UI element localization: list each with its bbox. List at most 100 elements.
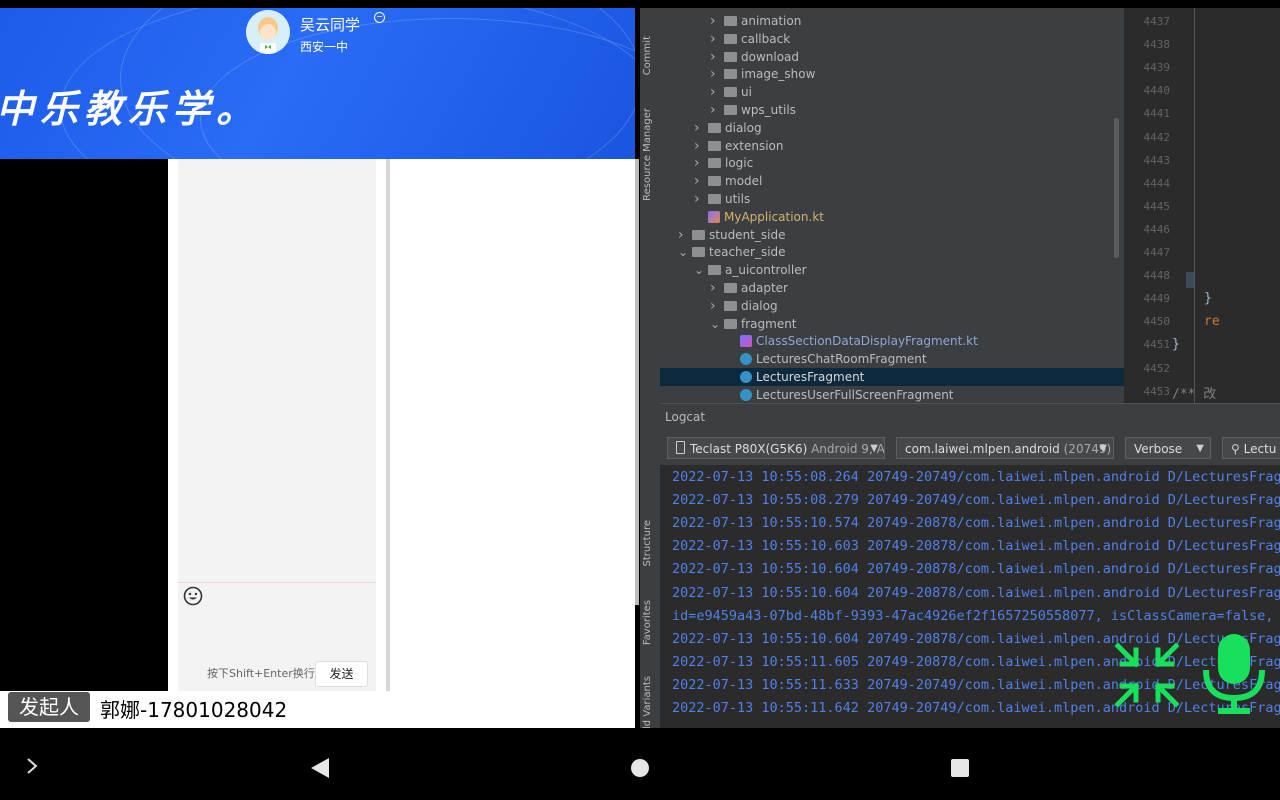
tab-commit[interactable]: Commit [642, 36, 658, 75]
chevron-right-icon[interactable]: › [694, 190, 708, 208]
tab-resource-manager[interactable]: Resource Manager [642, 108, 658, 201]
tree-label: image_show [741, 67, 816, 82]
chevron-right-icon[interactable]: › [710, 297, 724, 315]
kotlin-file-icon [708, 210, 720, 223]
chevron-right-icon[interactable]: › [710, 12, 724, 30]
input-hint: 按下Shift+Enter换行 [207, 667, 315, 680]
tree-folder[interactable]: › callback [710, 30, 790, 48]
tree-folder[interactable]: ⌄ teacher_side [678, 243, 786, 261]
line-number: 4442 [1143, 130, 1171, 144]
chevron-down-icon[interactable]: ⌄ [710, 315, 724, 333]
kotlin-class-icon [740, 353, 752, 366]
folder-icon [692, 247, 705, 258]
folder-icon [724, 87, 737, 98]
tree-label: fragment [741, 316, 797, 331]
tree-folder[interactable]: › logic [694, 154, 753, 172]
code-editor[interactable]: 4437 4438 4439 4440 4441 4442 4443 4444 4445 4446… [1124, 8, 1280, 403]
collapse-icon[interactable] [1112, 640, 1182, 710]
line-number: 4439 [1143, 61, 1171, 75]
chevron-down-icon[interactable]: ⌄ [678, 243, 692, 261]
line-number: 4443 [1143, 153, 1171, 167]
split-handle[interactable] [635, 159, 639, 605]
avatar[interactable] [246, 10, 290, 54]
chevron-right-icon[interactable]: › [710, 83, 724, 101]
project-tree[interactable]: › animation › callback › download › image_show ›… [660, 8, 1124, 403]
tree-label: LecturesFragment [756, 370, 865, 384]
line-number: 4445 [1143, 199, 1171, 213]
chevron-right-icon[interactable] [24, 756, 40, 780]
tree-folder[interactable]: › dialog [710, 297, 778, 315]
folder-icon [724, 105, 737, 115]
tree-folder[interactable]: › extension [694, 137, 784, 155]
tree-folder[interactable]: › adapter [710, 279, 788, 297]
chevron-down-icon: ▼ [1099, 443, 1107, 454]
system-navigation-bar [0, 728, 1280, 800]
send-button[interactable]: 发送 [315, 661, 368, 687]
process-selector[interactable]: com.laiwei.mlpen.android (20749) ▼ [896, 437, 1114, 459]
tree-file[interactable]: MyApplication.kt [694, 208, 824, 226]
tree-file[interactable]: LecturesUserFullScreenFragment [726, 386, 954, 403]
tree-scrollbar[interactable] [1114, 118, 1119, 258]
editor-gutter [1194, 8, 1195, 403]
chevron-right-icon[interactable]: › [710, 101, 724, 119]
chevron-right-icon[interactable]: › [694, 119, 708, 137]
chat-panel[interactable] [178, 159, 376, 691]
chat-input-divider [178, 582, 376, 583]
tree-folder[interactable]: ⌄ fragment [710, 315, 797, 333]
tab-favorites[interactable]: Favorites [642, 600, 658, 645]
tree-folder[interactable]: › dialog [694, 119, 762, 137]
tree-folder[interactable]: › animation [710, 12, 801, 30]
code-comment: /** 改 [1172, 387, 1217, 402]
chevron-right-icon[interactable]: › [694, 137, 708, 155]
chevron-right-icon[interactable]: › [710, 30, 724, 48]
chevron-right-icon[interactable]: › [694, 154, 708, 172]
home-icon[interactable] [630, 758, 650, 782]
tree-label: logic [725, 156, 754, 171]
device-name: Teclast P80X(G5K6) [690, 442, 808, 456]
tree-label: ui [741, 85, 752, 100]
chevron-down-icon[interactable]: ⌄ [694, 261, 708, 279]
tab-build-variants[interactable]: Build Variants [642, 676, 658, 728]
tree-folder[interactable]: › wps_utils [710, 101, 796, 119]
chevron-right-icon[interactable]: › [710, 65, 724, 83]
tree-label: teacher_side [709, 245, 786, 260]
log-line: 2022-07-13 10:55:11.605 20749-20878/com.… [672, 653, 1280, 670]
tree-file[interactable]: LecturesFragment [726, 368, 864, 386]
logcat-title: Logcat [665, 410, 706, 424]
recents-icon[interactable] [950, 758, 970, 782]
tree-label: utils [725, 192, 751, 206]
folder-icon [724, 16, 737, 26]
tree-folder[interactable]: › student_side [678, 226, 785, 244]
logcat-output[interactable]: 2022-07-13 10:55:08.264 20749-20749/com.… [660, 465, 1280, 728]
chat-edge [376, 159, 386, 691]
log-line: 2022-07-13 10:55:11.633 20749-20749/com.… [672, 676, 1280, 693]
status-dot-icon: − [374, 12, 385, 23]
tree-file[interactable]: ClassSectionDataDisplayFragment.kt [726, 332, 978, 350]
emoji-icon[interactable] [183, 586, 203, 606]
chevron-right-icon[interactable]: › [678, 226, 692, 244]
tree-label: extension [725, 138, 784, 153]
tree-label: dialog [741, 298, 778, 313]
device-selector[interactable]: Teclast P80X(G5K6) Android 9, A ▼ [667, 437, 885, 459]
log-level-selector[interactable]: Verbose ▼ [1125, 437, 1211, 459]
search-icon: ⚲ [1231, 442, 1240, 456]
back-icon[interactable] [309, 756, 331, 784]
tab-structure[interactable]: Structure [642, 520, 658, 567]
tree-file[interactable]: LecturesChatRoomFragment [726, 350, 927, 368]
tree-label: a_uicontroller [725, 263, 807, 278]
microphone-icon[interactable] [1198, 632, 1270, 716]
chevron-right-icon[interactable]: › [710, 48, 724, 66]
chevron-right-icon[interactable]: › [710, 279, 724, 297]
tree-folder[interactable]: › utils [694, 190, 750, 208]
tree-folder[interactable]: › ui [710, 83, 752, 101]
logcat-search-field[interactable]: ⚲ Lectu [1222, 437, 1280, 459]
tree-folder[interactable]: › model [694, 172, 762, 190]
tree-folder[interactable]: › image_show [710, 65, 815, 83]
line-number: 4444 [1143, 176, 1171, 190]
tree-folder[interactable]: › download [710, 48, 799, 66]
chevron-right-icon[interactable]: › [694, 172, 708, 190]
android-studio-window: Commit Resource Manager Structure Favori… [640, 8, 1280, 728]
tree-label: model [725, 174, 763, 189]
tree-folder[interactable]: ⌄ a_uicontroller [694, 261, 807, 279]
kotlin-class-icon [740, 388, 752, 401]
